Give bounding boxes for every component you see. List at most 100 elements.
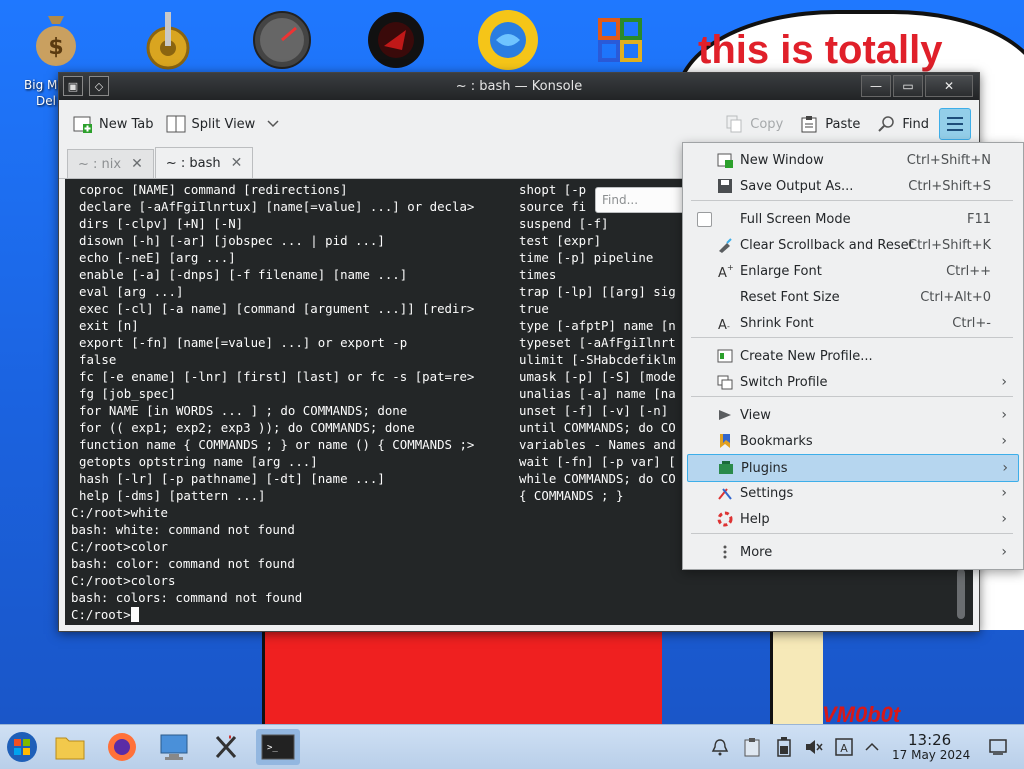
close-button[interactable]: ✕: [925, 75, 973, 97]
svg-text:-: -: [727, 322, 730, 331]
menu-item-label: Full Screen Mode: [740, 211, 851, 227]
menu-separator: [691, 396, 1013, 397]
volume-muted-icon[interactable]: [800, 729, 828, 765]
menu-item-help[interactable]: Help ›: [687, 506, 1017, 532]
menu-item-shortcut: Ctrl++: [946, 263, 991, 279]
menu-item-plugins[interactable]: Plugins ›: [687, 454, 1019, 482]
find-label: Find: [902, 116, 929, 132]
switch-profile-icon: [717, 374, 733, 390]
copy-button[interactable]: Copy: [718, 110, 789, 138]
chevron-right-icon: ›: [1001, 511, 1007, 527]
clipboard-icon[interactable]: [738, 729, 766, 765]
terminal-line: umask [-p] [-S] [mode: [519, 369, 676, 384]
show-desktop-icon[interactable]: [984, 729, 1012, 765]
start-menu-icon[interactable]: [4, 729, 40, 765]
terminal-line: export [-fn] [name[=value] ...] or expor…: [79, 335, 408, 350]
gauge-icon[interactable]: [250, 8, 314, 72]
view-icon: [717, 407, 733, 423]
terminal-line: wait [-fn] [-p var] [: [519, 454, 676, 469]
chevron-up-icon[interactable]: [858, 729, 886, 765]
new-tab-icon: [73, 114, 93, 134]
window-titlebar[interactable]: ▣ ◇ ~ : bash — Konsole — ▭ ✕: [59, 73, 979, 100]
new-tab-button[interactable]: New Tab: [67, 110, 160, 138]
terminal-line: dirs [-clpv] [+N] [-N]: [79, 216, 244, 231]
settings-icon: [717, 485, 733, 501]
terminal-line: fg [job_spec]: [79, 386, 176, 401]
menu-item-save-output-as[interactable]: Save Output As... Ctrl+Shift+S: [687, 173, 1017, 199]
menu-item-label: Create New Profile...: [740, 348, 873, 364]
find-button[interactable]: Find: [870, 110, 935, 138]
menu-item-bookmarks[interactable]: Bookmarks ›: [687, 428, 1017, 454]
menu-item-reset-font-size[interactable]: Reset Font Size Ctrl+Alt+0: [687, 284, 1017, 310]
tab-label: ~ : bash: [165, 155, 221, 171]
terminal-line: C:/root>colors: [71, 573, 176, 588]
menu-item-switch-profile[interactable]: Switch Profile ›: [687, 369, 1017, 395]
tab-bash[interactable]: ~ : bash ✕: [154, 147, 254, 178]
konsole-task-icon[interactable]: >_: [256, 729, 300, 765]
wallpaper-signature: VM0b0t: [822, 702, 901, 724]
svg-text:$: $: [48, 35, 63, 60]
desktop-icon-label: Big M: [24, 78, 58, 92]
chevron-down-icon[interactable]: [267, 117, 279, 132]
hamburger-icon-bar: [947, 129, 963, 131]
globe-icon[interactable]: [476, 8, 540, 72]
terminal-line: test [expr]: [519, 233, 602, 248]
media-player-icon[interactable]: [364, 8, 428, 72]
firefox-icon[interactable]: [104, 729, 140, 765]
svg-text:A: A: [718, 266, 727, 279]
prompt-text: C:/root>: [71, 607, 131, 622]
menu-separator: [691, 337, 1013, 338]
menu-item-new-window[interactable]: New Window Ctrl+Shift+N: [687, 147, 1017, 173]
office-icon[interactable]: [588, 8, 652, 72]
clear-icon: [717, 237, 733, 253]
terminal-line: true: [519, 301, 549, 316]
terminal-line: { COMMANDS ; }: [519, 488, 624, 503]
terminal-line: getopts optstring name [arg ...]: [79, 454, 318, 469]
gear-icon[interactable]: [136, 8, 200, 72]
system-monitor-icon[interactable]: [156, 729, 192, 765]
file-manager-icon[interactable]: [52, 729, 88, 765]
terminal-line: hash [-lr] [-p pathname] [-dt] [name ...…: [79, 471, 385, 486]
terminal-line: trap [-lp] [[arg] sig: [519, 284, 676, 299]
menu-item-shrink-font[interactable]: A - Shrink Font Ctrl+-: [687, 310, 1017, 336]
minimize-button[interactable]: —: [861, 75, 891, 97]
clock-time[interactable]: 13:26: [908, 731, 951, 749]
maximize-button[interactable]: ▭: [893, 75, 923, 97]
menu-item-full-screen-mode[interactable]: Full Screen Mode F11: [687, 206, 1017, 232]
window-menu-icon[interactable]: ◇: [89, 76, 109, 96]
split-view-button[interactable]: Split View: [160, 110, 286, 138]
money-bag-icon[interactable]: $: [24, 8, 88, 72]
terminal-scrollbar[interactable]: [957, 569, 965, 619]
terminal-prompt[interactable]: C:/root>: [71, 606, 139, 623]
menu-item-view[interactable]: View ›: [687, 402, 1017, 428]
paste-button[interactable]: Paste: [793, 110, 866, 138]
svg-text:A: A: [840, 742, 848, 755]
menu-item-create-new-profile[interactable]: Create New Profile...: [687, 343, 1017, 369]
find-input[interactable]: Find...: [595, 187, 695, 213]
menu-item-label: View: [740, 407, 771, 423]
hamburger-menu-button[interactable]: [939, 108, 971, 140]
hamburger-icon-bar: [947, 123, 963, 125]
terminal-line: typeset [-aAfFgiIlnrt: [519, 335, 676, 350]
terminal-app-icon[interactable]: ▣: [63, 76, 83, 96]
terminal-line: echo [-neE] [arg ...]: [79, 250, 236, 265]
x-app-icon[interactable]: [208, 729, 244, 765]
terminal-line: eval [arg ...]: [79, 284, 184, 299]
menu-item-more[interactable]: More ›: [687, 539, 1017, 565]
battery-icon[interactable]: [770, 729, 798, 765]
close-tab-icon[interactable]: ✕: [231, 155, 243, 171]
clock-date[interactable]: 17 May 2024: [892, 748, 970, 762]
tab-nix[interactable]: ~ : nix ✕: [67, 149, 154, 178]
close-tab-icon[interactable]: ✕: [131, 156, 143, 172]
menu-item-label: Settings: [740, 485, 794, 501]
profile-new-icon: [717, 348, 733, 364]
notifications-icon[interactable]: [706, 729, 734, 765]
menu-item-shortcut: Ctrl+Shift+N: [906, 152, 991, 168]
terminal-line: for NAME [in WORDS ... ] ; do COMMANDS; …: [79, 403, 408, 418]
menu-item-clear-scrollback-and-reset[interactable]: Clear Scrollback and Reset Ctrl+Shift+K: [687, 232, 1017, 258]
keyboard-layout-icon[interactable]: A: [830, 729, 858, 765]
terminal-line: help [-dms] [pattern ...]: [79, 488, 266, 503]
menu-item-settings[interactable]: Settings ›: [687, 480, 1017, 506]
menu-item-enlarge-font[interactable]: A + Enlarge Font Ctrl++: [687, 258, 1017, 284]
full-screen-checkbox[interactable]: [697, 212, 712, 227]
